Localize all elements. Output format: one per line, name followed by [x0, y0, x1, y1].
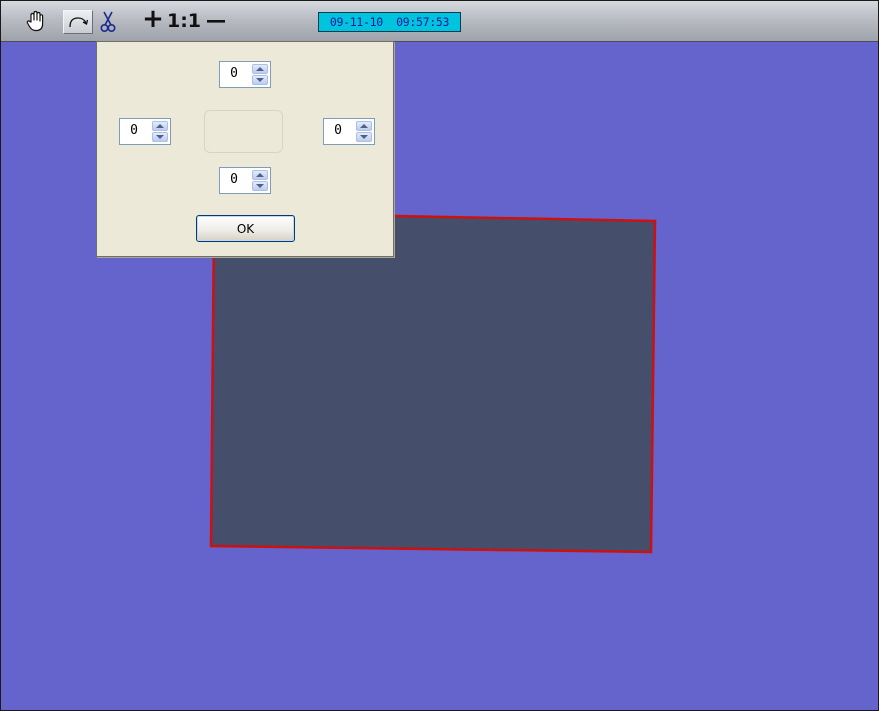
toolbar: + 1:1 09-11-10 09:57:53: [1, 1, 878, 42]
left-spinner[interactable]: 0: [119, 118, 171, 145]
top-spinner-up-arrow-icon[interactable]: [252, 64, 268, 74]
zoom-in-label: +: [142, 4, 164, 34]
right-value[interactable]: 0: [328, 123, 348, 138]
rotate-icon[interactable]: [63, 10, 93, 34]
hand-icon[interactable]: [19, 7, 53, 35]
top-value[interactable]: 0: [224, 66, 244, 81]
timestamp-display: 09-11-10 09:57:53: [318, 12, 461, 32]
bottom-value[interactable]: 0: [224, 172, 244, 187]
bottom-spinner-down-arrow-icon[interactable]: [252, 181, 268, 191]
left-spinner-up-arrow-icon[interactable]: [152, 121, 168, 131]
left-value[interactable]: 0: [124, 123, 144, 138]
bottom-spinner[interactable]: 0: [219, 167, 271, 194]
zoom-in-icon[interactable]: +: [141, 4, 165, 34]
video-viewer: + 1:1 09-11-10 09:57:53 0 0 0 0 OK: [0, 0, 879, 711]
top-spinner-down-arrow-icon[interactable]: [252, 75, 268, 85]
right-spinner-down-arrow-icon[interactable]: [356, 132, 372, 142]
zoom-out-icon[interactable]: [203, 7, 229, 35]
right-spinner-up-arrow-icon[interactable]: [356, 121, 372, 131]
ok-button[interactable]: OK: [196, 215, 295, 242]
zoom-actual-size-label: 1:1: [166, 10, 202, 32]
crop-region[interactable]: [209, 214, 657, 554]
scissors-icon[interactable]: [95, 9, 121, 35]
zoom-actual-size-button[interactable]: 1:1: [166, 7, 202, 35]
crop-dialog: 0 0 0 0 OK: [96, 41, 394, 257]
left-spinner-down-arrow-icon[interactable]: [152, 132, 168, 142]
bottom-spinner-up-arrow-icon[interactable]: [252, 170, 268, 180]
top-spinner[interactable]: 0: [219, 61, 271, 88]
right-spinner[interactable]: 0: [323, 118, 375, 145]
crop-preview-frame: [204, 110, 283, 153]
